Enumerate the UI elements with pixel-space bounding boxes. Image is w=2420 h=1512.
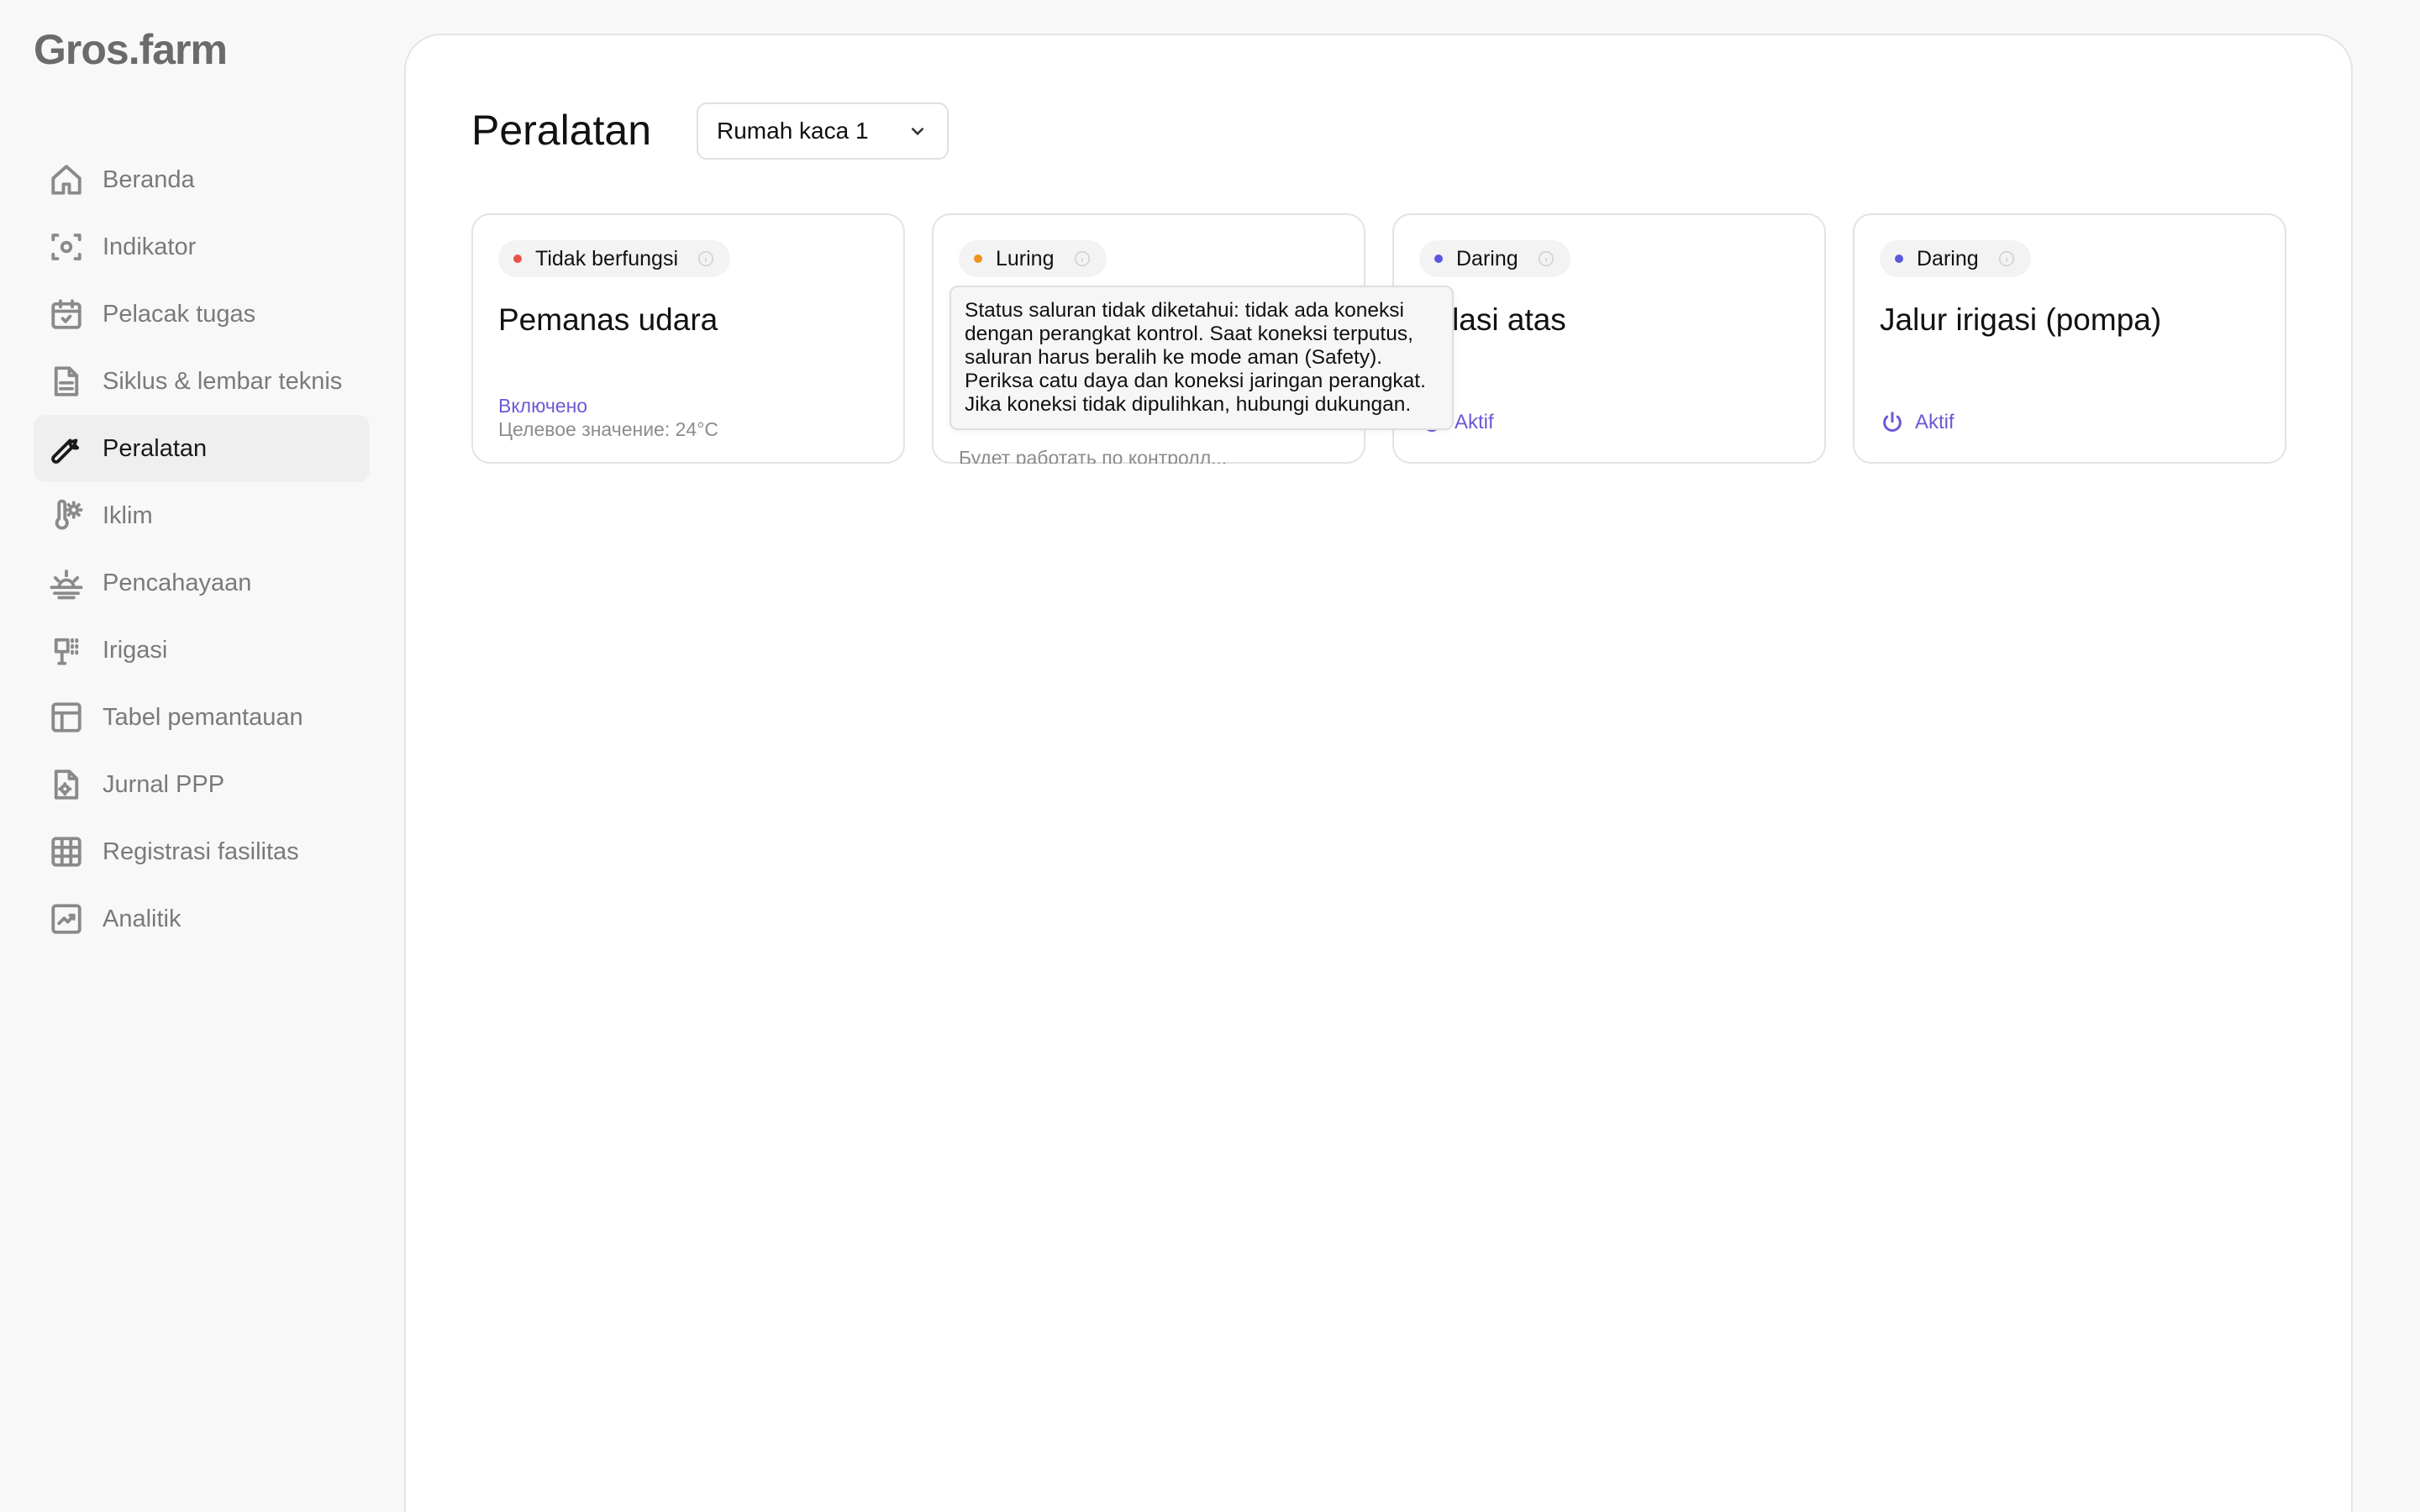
sidebar-item-indikator[interactable]: Indikator: [34, 213, 370, 281]
sidebar-item-label: Irigasi: [103, 636, 168, 664]
power-label: Aktif: [1915, 411, 1954, 433]
hidden-status-line: Будет работать по конт­ролл...: [959, 447, 1228, 464]
target-label: Целевое значение: 24°C: [498, 418, 719, 440]
sidebar-item-iklim[interactable]: Iklim: [34, 482, 370, 549]
sidebar-item-pencahayaan[interactable]: Pencahayaan: [34, 549, 370, 617]
table-icon: [49, 700, 84, 735]
info-icon[interactable]: [1537, 249, 1555, 268]
status-badge: Daring: [1419, 240, 1570, 277]
info-icon[interactable]: [1997, 249, 2016, 268]
card-title: Jalur irigasi (pompa): [1880, 302, 2162, 337]
sidebar-item-label: Analitik: [103, 905, 182, 932]
logo[interactable]: Gros.farm: [34, 25, 228, 74]
calendar-check-icon: [49, 297, 84, 332]
sidebar-item-siklus[interactable]: Siklus & lembar teknis: [34, 348, 370, 415]
sidebar-nav: Beranda Indikator Pelacak tugas Siklus &…: [34, 146, 370, 953]
page-title: Peralatan: [471, 107, 652, 154]
sidebar-item-label: Iklim: [103, 501, 153, 529]
sidebar-item-label: Beranda: [103, 165, 195, 193]
grid-icon: [49, 834, 84, 869]
sidebar-item-pelacak-tugas[interactable]: Pelacak tugas: [34, 281, 370, 348]
document-icon: [49, 364, 84, 399]
greenhouse-select-value: Rumah kaca 1: [717, 118, 869, 144]
chevron-down-icon: [907, 120, 929, 142]
file-gear-icon: [49, 767, 84, 802]
status-dot: [513, 255, 522, 263]
equipment-card-air-heater[interactable]: Tidak berfungsi Pemanas udara Включено Ц…: [471, 213, 905, 464]
sunrise-icon: [49, 565, 84, 601]
status-label: Luring: [996, 246, 1055, 270]
status-tooltip: Status saluran tidak diketahui: tidak ad…: [950, 286, 1454, 430]
wrench-icon: [49, 431, 84, 466]
state-label: Включено: [498, 395, 588, 417]
status-dot: [1895, 255, 1903, 263]
power-icon: [1883, 412, 1902, 432]
status-label: Tidak berfungsi: [535, 246, 678, 270]
status-dot: [974, 255, 982, 263]
sidebar-item-label: Pelacak tugas: [103, 300, 256, 328]
sidebar-item-label: Registrasi fasilitas: [103, 837, 299, 865]
sidebar-item-irigasi[interactable]: Irigasi: [34, 617, 370, 684]
info-icon[interactable]: [697, 249, 715, 268]
card-title: Pemanas udara: [498, 302, 718, 337]
power-toggle[interactable]: Aktif: [1880, 410, 1954, 435]
sidebar-item-label: Siklus & lembar teknis: [103, 367, 343, 395]
status-badge: Daring: [1880, 240, 2031, 277]
sidebar-item-label: Tabel pemantauan: [103, 703, 303, 731]
main-panel: Peralatan Rumah kaca 1 Tidak berfungsi P…: [404, 34, 2353, 1512]
sidebar-item-label: Pencahayaan: [103, 569, 252, 596]
greenhouse-select[interactable]: Rumah kaca 1: [697, 102, 949, 160]
chart-line-icon: [49, 901, 84, 937]
sidebar-item-beranda[interactable]: Beranda: [34, 146, 370, 213]
status-badge: Tidak berfungsi: [498, 240, 730, 277]
sidebar-item-registrasi-fasilitas[interactable]: Registrasi fasilitas: [34, 818, 370, 885]
sprinkler-icon: [49, 633, 84, 668]
thermometer-sun-icon: [49, 498, 84, 533]
sidebar-item-tabel-pemantauan[interactable]: Tabel pemantauan: [34, 684, 370, 751]
status-dot: [1434, 255, 1443, 263]
status-badge: Luring: [959, 240, 1107, 277]
power-label: Aktif: [1455, 411, 1494, 433]
sidebar-item-label: Indikator: [103, 233, 197, 260]
sidebar-item-label: Jurnal PPP: [103, 770, 225, 798]
sidebar-item-jurnal-ppp[interactable]: Jurnal PPP: [34, 751, 370, 818]
sidebar-item-label: Peralatan: [103, 434, 208, 462]
status-label: Daring: [1917, 246, 1979, 270]
equipment-card-irrigation-line[interactable]: Daring Jalur irigasi (pompa) Aktif: [1853, 213, 2286, 464]
home-icon: [49, 162, 84, 197]
app-root: Gros.farm Beranda Indikator Pelacak tuga…: [0, 0, 2420, 1512]
sidebar: Gros.farm Beranda Indikator Pelacak tuga…: [0, 0, 403, 1512]
info-icon[interactable]: [1073, 249, 1092, 268]
sidebar-item-analitik[interactable]: Analitik: [34, 885, 370, 953]
sensor-icon: [49, 229, 84, 265]
status-label: Daring: [1456, 246, 1518, 270]
equipment-card-top-ventilation[interactable]: Daring ntilasi atas Aktif: [1392, 213, 1826, 464]
sidebar-item-peralatan[interactable]: Peralatan: [34, 415, 370, 482]
